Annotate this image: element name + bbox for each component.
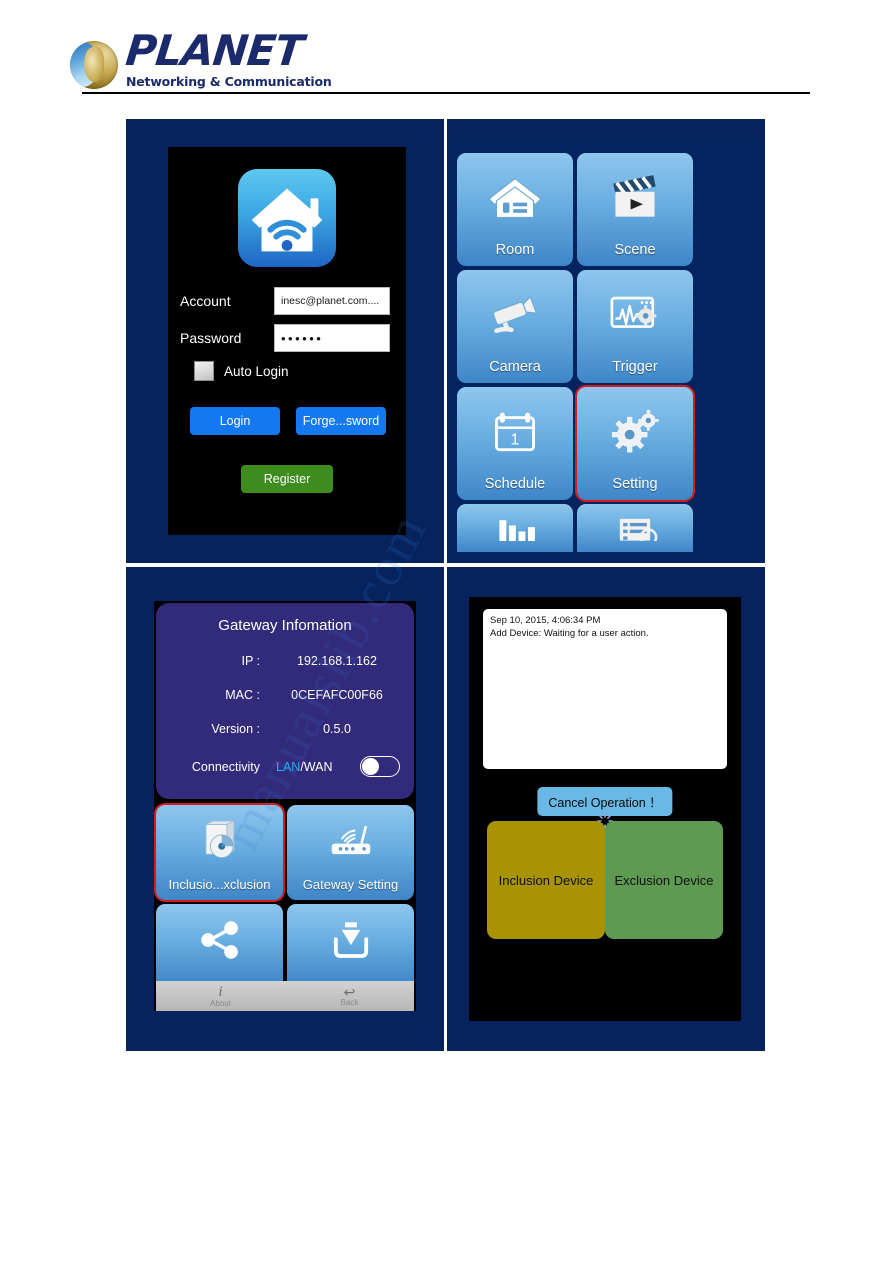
menu-tile-trigger[interactable]: Trigger	[577, 270, 693, 383]
password-masked-value: ••••••	[281, 330, 324, 346]
auto-login-label: Auto Login	[224, 363, 289, 379]
tab-label: Back	[340, 998, 359, 1007]
menu-tile-scene[interactable]: Scene	[577, 153, 693, 266]
header-divider	[82, 92, 810, 94]
connectivity-wan: /WAN	[300, 759, 333, 774]
gateway-info-title: Gateway Infomation	[218, 617, 352, 634]
phone-add-device: Sep 10, 2015, 4:06:34 PM Add Device: Wai…	[469, 597, 741, 1021]
auto-login-row[interactable]: Auto Login	[168, 361, 406, 381]
wifi-router-icon	[287, 805, 414, 877]
gateway-row-mac: MAC : 0CEFAFC00F66	[156, 688, 414, 702]
disc-install-icon	[156, 805, 283, 877]
panel-login-screen: Account inesc@planet.com.... Password ••…	[126, 119, 444, 563]
panel-main-menu: Room Scene Camera Trigger 1 Schedule Set…	[447, 119, 765, 563]
gateway-row-version: Version : 0.5.0	[156, 722, 414, 736]
menu-tile-label: Setting	[612, 476, 658, 492]
menu-tile-schedule[interactable]: 1 Schedule	[457, 387, 573, 500]
register-button[interactable]: Register	[241, 465, 333, 493]
gears-icon	[577, 387, 693, 476]
menu-tile-room[interactable]: Room	[457, 153, 573, 266]
calendar-1-icon: 1	[457, 387, 573, 476]
menu-tile-label: Room	[495, 242, 535, 258]
gateway-key: MAC :	[225, 688, 260, 702]
password-input[interactable]: ••••••	[274, 324, 390, 352]
bar-chart-icon	[457, 504, 573, 552]
exclusion-device-button[interactable]: Exclusion Device	[605, 821, 723, 939]
login-button-row: Login Forge...sword	[168, 407, 406, 435]
menu-tile-statistics[interactable]	[457, 504, 573, 552]
house-icon	[457, 153, 573, 242]
cctv-camera-icon	[457, 270, 573, 359]
gateway-value: 0CEFAFC00F66	[291, 688, 383, 702]
gateway-tile-gateway-setting[interactable]: Gateway Setting	[287, 805, 414, 900]
log-line: Sep 10, 2015, 4:06:34 PM	[490, 615, 601, 626]
menu-tile-camera[interactable]: Camera	[457, 270, 573, 383]
info-i-icon: i	[218, 983, 223, 1000]
login-form: Account inesc@planet.com.... Password ••…	[168, 287, 406, 493]
gateway-value: 192.168.1.162	[297, 654, 377, 668]
connectivity-label: Connectivity	[191, 759, 260, 774]
home-wifi-app-icon	[238, 169, 336, 267]
gateway-tile-label: Inclusio...xclusion	[168, 877, 271, 892]
planet-globe-logo-icon	[70, 40, 118, 89]
gateway-tile-download[interactable]	[287, 904, 414, 984]
menu-tile-grid: Room Scene Camera Trigger 1 Schedule Set…	[457, 153, 701, 552]
log-list-icon	[577, 504, 693, 552]
gateway-key: Version :	[211, 722, 260, 736]
svg-text:1: 1	[511, 430, 520, 448]
connectivity-value: LAN/WAN	[270, 760, 360, 774]
inclusion-device-button[interactable]: Inclusion Device	[487, 821, 605, 939]
planet-logo: PLANET Networking & Communication	[70, 26, 332, 89]
phone-menu: Room Scene Camera Trigger 1 Schedule Set…	[449, 141, 763, 563]
password-label: Password	[180, 330, 242, 346]
password-row: Password ••••••	[168, 324, 406, 352]
phone-gateway: Gateway Infomation IP : 192.168.1.162 MA…	[154, 601, 416, 1011]
connectivity-lan: LAN	[276, 759, 301, 774]
log-line: Add Device: Waiting for a user action.	[490, 627, 649, 639]
menu-tile-log[interactable]	[577, 504, 693, 552]
account-input[interactable]: inesc@planet.com....	[274, 287, 390, 315]
document-header: PLANET Networking & Communication	[0, 0, 893, 100]
clapperboard-icon	[577, 153, 693, 242]
operation-log-box[interactable]: Sep 10, 2015, 4:06:34 PM Add Device: Wai…	[483, 609, 727, 769]
menu-tile-label: Schedule	[484, 476, 546, 492]
phone-login: Account inesc@planet.com.... Password ••…	[168, 147, 406, 535]
brand-name: PLANET	[123, 26, 306, 75]
gateway-key: IP :	[241, 654, 260, 668]
menu-tile-label: Trigger	[612, 359, 658, 375]
menu-tile-label: Scene	[614, 242, 656, 258]
panel-add-device: Sep 10, 2015, 4:06:34 PM Add Device: Wai…	[447, 567, 765, 1051]
panel-gateway-information: Gateway Infomation IP : 192.168.1.162 MA…	[126, 567, 444, 1051]
account-label: Account	[180, 293, 231, 309]
auto-login-checkbox[interactable]	[194, 361, 214, 381]
menu-tile-label: Camera	[489, 359, 541, 375]
account-row: Account inesc@planet.com....	[168, 287, 406, 315]
gateway-tile-grid: Inclusio...xclusion Gateway Setting	[156, 805, 414, 984]
waveform-gear-icon	[577, 270, 693, 359]
device-action-buttons: Inclusion Device Exclusion Device	[487, 821, 723, 939]
gateway-tile-inclusion-exclusion[interactable]: Inclusio...xclusion	[156, 805, 283, 900]
gateway-tile-label: Gateway Setting	[302, 877, 399, 892]
cancel-operation-button[interactable]: Cancel Operation ！	[537, 787, 673, 816]
gateway-row-ip: IP : 192.168.1.162	[156, 654, 414, 668]
login-button[interactable]: Login	[190, 407, 280, 435]
gateway-tile-share[interactable]	[156, 904, 283, 984]
share-nodes-icon	[156, 904, 283, 976]
back-arrow-icon: ↩	[343, 984, 356, 1000]
forgot-password-button[interactable]: Forge...sword	[296, 407, 386, 435]
screenshot-grid: Account inesc@planet.com.... Password ••…	[126, 119, 765, 1051]
gateway-tabbar: i About ↩ Back	[156, 981, 414, 1011]
gateway-info-card: Gateway Infomation IP : 192.168.1.162 MA…	[156, 603, 414, 799]
gateway-value: 0.5.0	[323, 722, 351, 736]
tab-label: About	[210, 998, 231, 1008]
menu-tile-setting[interactable]: Setting	[577, 387, 693, 500]
connectivity-toggle[interactable]	[360, 756, 400, 777]
brand-tagline: Networking & Communication	[126, 74, 332, 89]
tab-back[interactable]: ↩ Back	[285, 981, 414, 1011]
gateway-row-connectivity: Connectivity LAN/WAN	[156, 756, 414, 777]
tab-about[interactable]: i About	[156, 981, 285, 1011]
download-tray-icon	[287, 904, 414, 976]
